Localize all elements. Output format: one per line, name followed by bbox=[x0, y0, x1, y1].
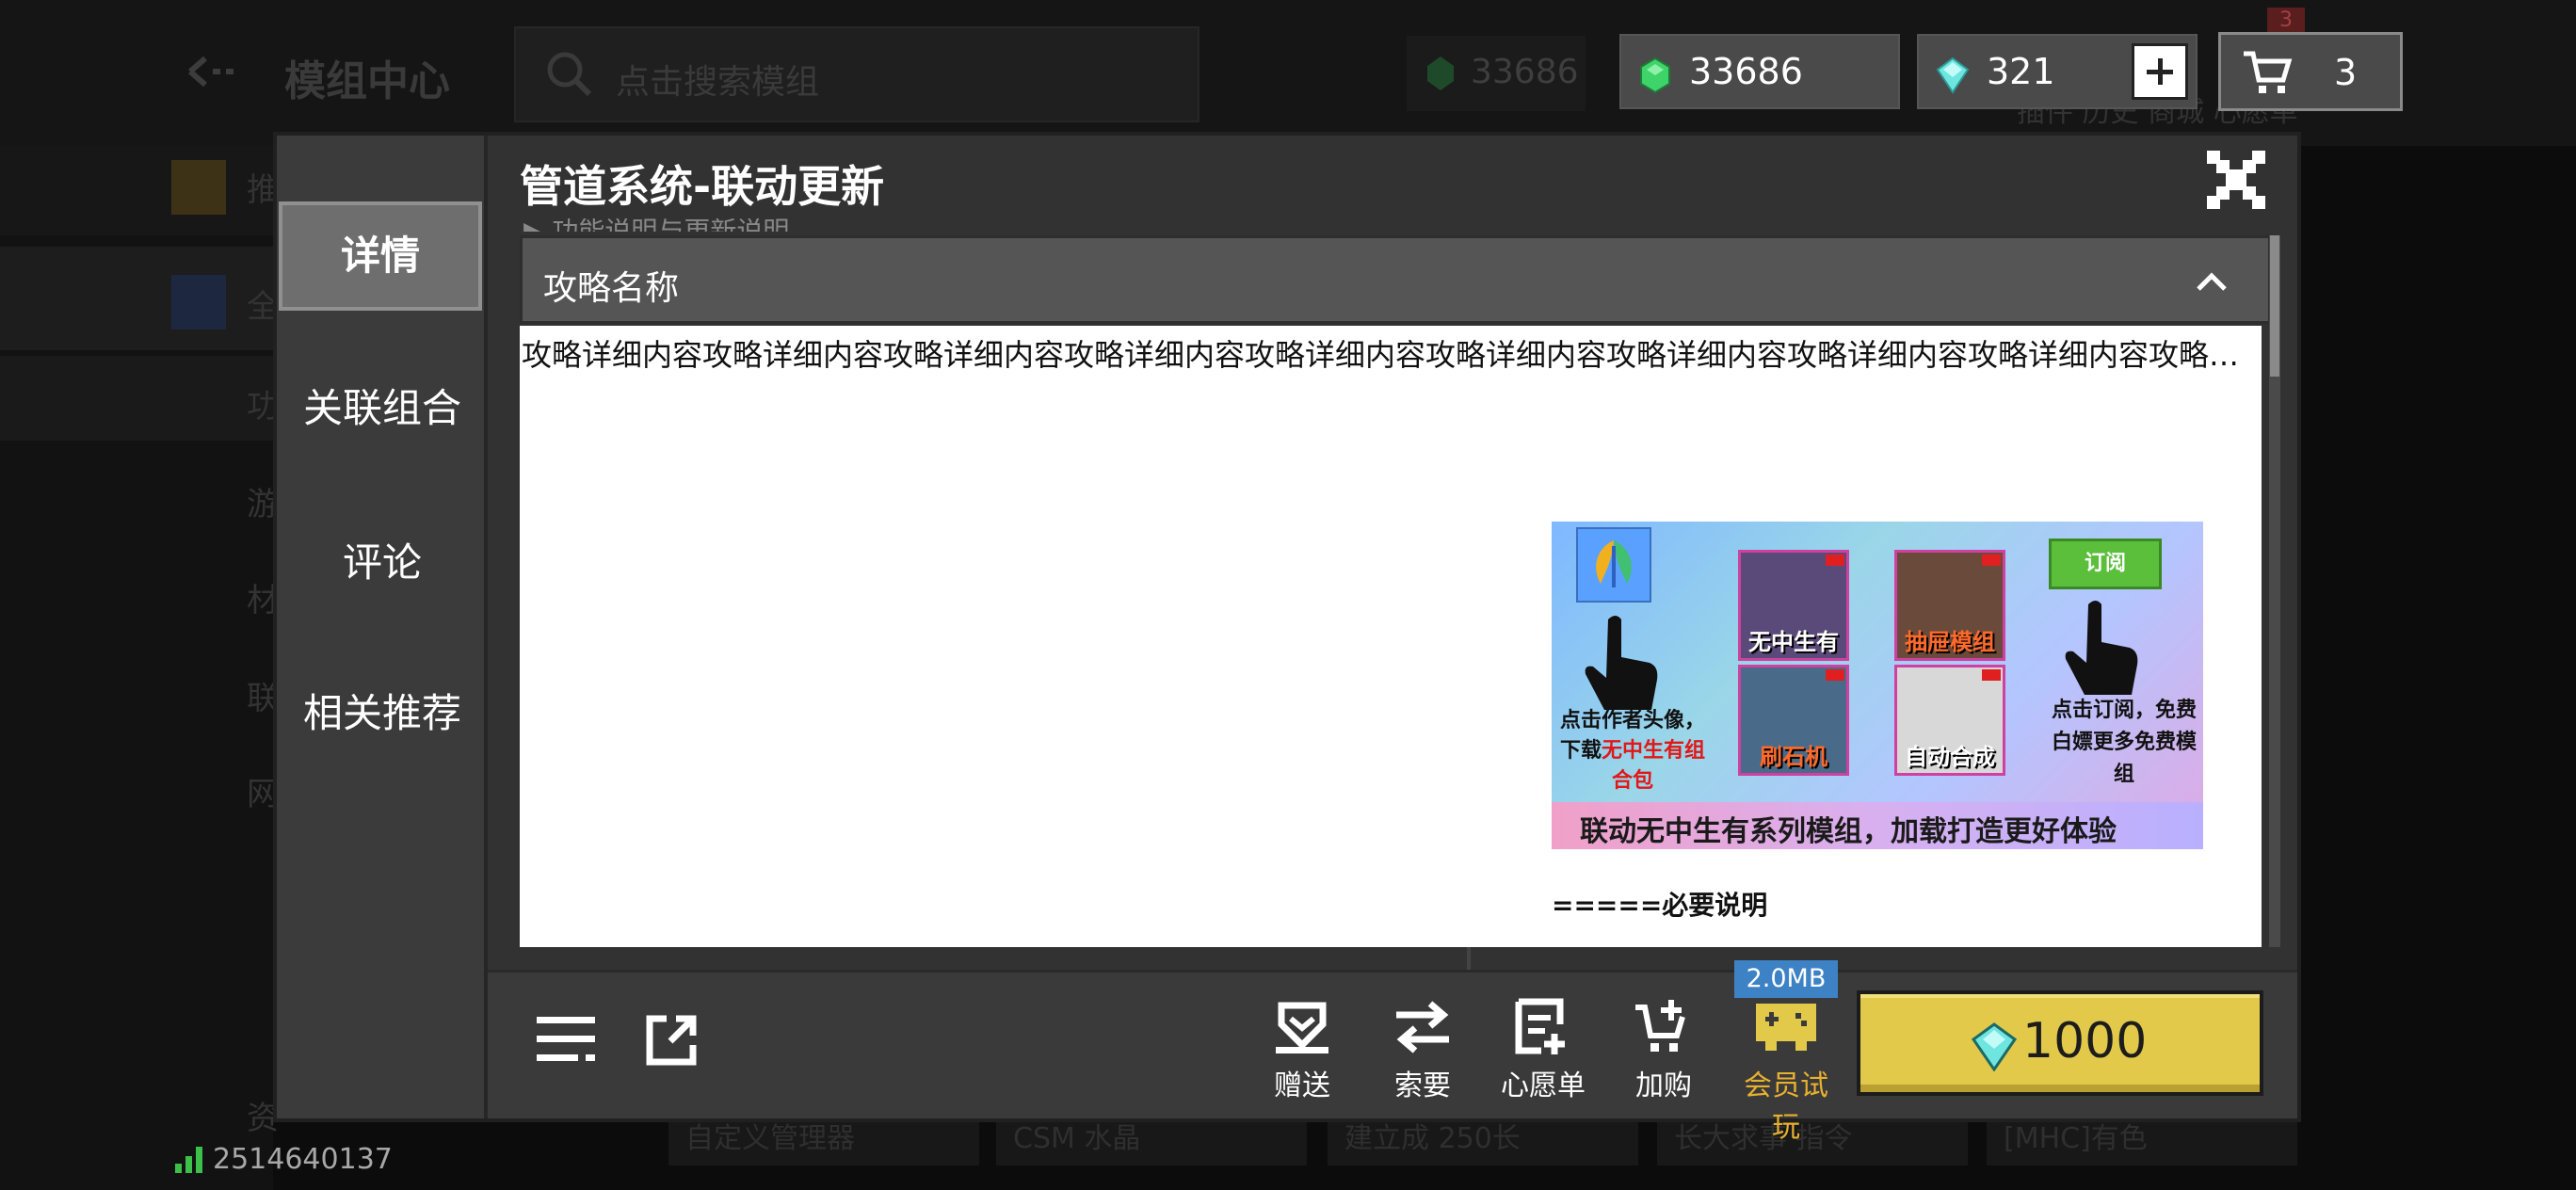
wishlist-button[interactable]: 心愿单 bbox=[1491, 998, 1595, 1102]
request-button[interactable]: 索要 bbox=[1371, 998, 1474, 1102]
background-page-title: 模组中心 bbox=[284, 57, 450, 105]
banner-tile: 无中生有 bbox=[1738, 550, 1849, 661]
tab-related-combos[interactable]: 关联组合 bbox=[277, 377, 488, 434]
add-cart-icon bbox=[1635, 1000, 1685, 1052]
cart-notification-badge: 3 bbox=[2267, 8, 2305, 34]
request-label: 索要 bbox=[1394, 1069, 1451, 1102]
wishlist-icon bbox=[1515, 998, 1565, 1054]
back-icon bbox=[185, 53, 245, 94]
gift-icon bbox=[1276, 1002, 1328, 1053]
banner-left-caption: 点击作者头像，下载无中生有组合包 bbox=[1559, 709, 1706, 793]
banner-right-caption: 点击订阅，免费白嫖更多免费模组 bbox=[2051, 699, 2197, 786]
background-emerald-counter: 33686 bbox=[1407, 36, 1586, 111]
banner-tile: 自动合成 bbox=[1894, 665, 2005, 776]
vip-trial-label: 会员试玩 bbox=[1744, 1069, 1828, 1144]
user-id: 2514640137 bbox=[213, 1143, 393, 1176]
guide-section-title: 攻略名称 bbox=[543, 269, 680, 308]
signal-bars-icon bbox=[175, 1147, 202, 1173]
dialog-subtitle: ▶ 功能说明与更新说明 bbox=[523, 218, 862, 232]
cart-button[interactable]: 3 bbox=[2218, 32, 2403, 111]
chevron-up-icon[interactable] bbox=[2195, 270, 2229, 293]
required-notes-heading: =====必要说明 bbox=[1552, 890, 1768, 921]
emerald-icon bbox=[1640, 56, 1670, 94]
promo-banner-image: 订阅 无中生有 抽屉模组 刷石机 自动合成 点击作者头像，下载无中生有组合包 点… bbox=[1552, 522, 2203, 849]
emerald-balance: 33686 bbox=[1619, 34, 1900, 109]
background-sidebar-row bbox=[0, 356, 273, 441]
background-search-input: 点击搜索模组 bbox=[514, 26, 1199, 122]
dialog-tab-sidebar: 详情 关联组合 评论 相关推荐 bbox=[277, 136, 488, 1118]
panel-divider bbox=[1467, 947, 1471, 972]
dialog-title: 管道系统-联动更新 bbox=[520, 161, 885, 212]
pointer-hand-icon bbox=[1585, 616, 1658, 710]
banner-subscribe-label: 订阅 bbox=[2049, 539, 2162, 589]
search-icon bbox=[547, 52, 592, 97]
background-category-icon bbox=[171, 275, 226, 330]
vip-trial-icon bbox=[1756, 1004, 1816, 1051]
banner-tile: 抽屉模组 bbox=[1894, 550, 2005, 661]
tab-comments[interactable]: 评论 bbox=[277, 531, 488, 588]
pointer-hand-icon bbox=[2065, 601, 2138, 695]
vip-trial-button[interactable]: 会员试玩 bbox=[1734, 998, 1838, 1144]
add-diamonds-button[interactable] bbox=[2132, 43, 2188, 100]
tab-recommendations[interactable]: 相关推荐 bbox=[277, 682, 488, 739]
close-icon[interactable] bbox=[2207, 151, 2265, 209]
background-emerald-value: 33686 bbox=[1471, 53, 1579, 91]
tab-details[interactable]: 详情 bbox=[279, 201, 482, 311]
gift-label: 赠送 bbox=[1274, 1069, 1330, 1102]
share-icon[interactable] bbox=[644, 1013, 699, 1068]
cart-icon bbox=[2244, 51, 2293, 93]
background-sidebar-row bbox=[0, 146, 273, 235]
diamond-balance: 321 bbox=[1917, 34, 2198, 109]
diamond-icon bbox=[1972, 1022, 2017, 1071]
wishlist-label: 心愿单 bbox=[1501, 1069, 1586, 1102]
price-value: 1000 bbox=[2022, 1013, 2148, 1069]
author-logo-icon bbox=[1576, 527, 1651, 603]
content-scrollbar[interactable] bbox=[2269, 235, 2280, 947]
banner-tile: 刷石机 bbox=[1738, 665, 1849, 776]
diamond-icon bbox=[1936, 56, 1970, 94]
diamond-value: 321 bbox=[1987, 51, 2055, 92]
guide-content-text: 攻略详细内容攻略详细内容攻略详细内容攻略详细内容攻略详细内容攻略详细内容攻略详细… bbox=[522, 337, 2262, 373]
add-to-cart-label: 加购 bbox=[1635, 1069, 1692, 1102]
search-placeholder: 点击搜索模组 bbox=[616, 63, 820, 102]
gift-button[interactable]: 赠送 bbox=[1250, 998, 1354, 1102]
banner-footer: 联动无中生有系列模组，加载打造更好体验 bbox=[1552, 802, 2203, 849]
emerald-value: 33686 bbox=[1689, 51, 1803, 92]
guide-section-header[interactable]: 攻略名称 bbox=[520, 235, 2271, 324]
cart-count: 3 bbox=[2334, 52, 2358, 93]
request-arrows-icon bbox=[1396, 1001, 1449, 1053]
add-to-cart-button[interactable]: 加购 bbox=[1612, 998, 1715, 1102]
scrollbar-thumb[interactable] bbox=[2270, 235, 2279, 377]
menu-icon[interactable] bbox=[537, 1013, 597, 1068]
background-sidebar-row bbox=[0, 247, 273, 350]
buy-button[interactable]: 1000 bbox=[1857, 990, 2263, 1096]
background-category-icon bbox=[171, 160, 226, 215]
download-size-badge: 2.0MB bbox=[1734, 960, 1838, 998]
